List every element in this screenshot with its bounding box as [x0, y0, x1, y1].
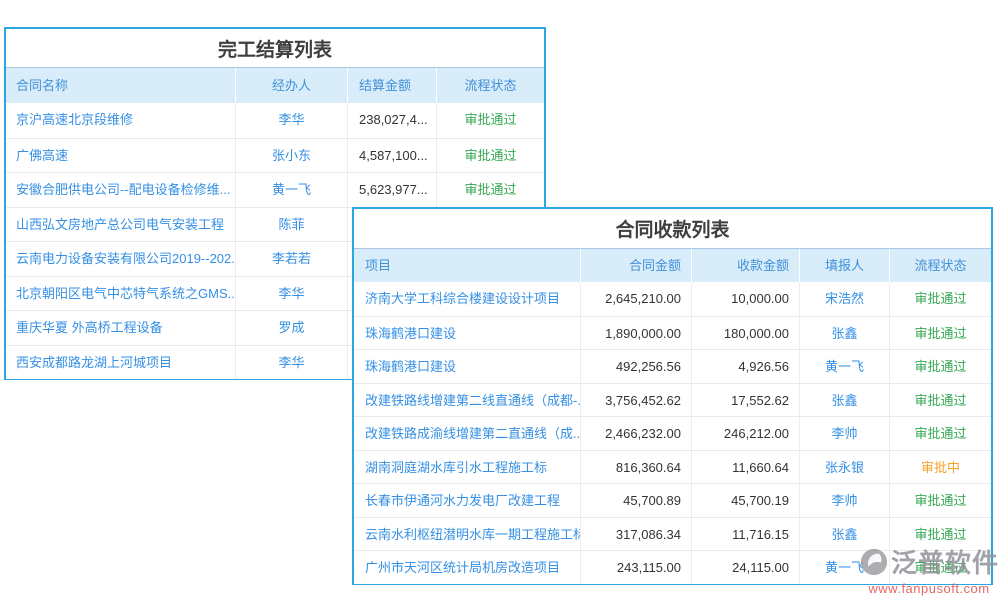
project-cell[interactable]: 珠海鹤港口建设	[354, 317, 581, 350]
settlement-table-header: 合同名称经办人结算金额流程状态	[6, 68, 544, 103]
receipt-amount-cell: 17,552.62	[692, 384, 800, 417]
handler-cell: 李华	[236, 103, 348, 138]
receipt-table-header: 项目合同金额收款金额填报人流程状态	[354, 249, 991, 282]
settlement-amount-cell: 238,027,4...	[348, 103, 437, 138]
contract-amount-cell: 1,890,000.00	[581, 317, 692, 350]
handler-cell: 李若若	[236, 242, 348, 276]
contract-amount-cell: 816,360.64	[581, 451, 692, 484]
receipt-amount-cell: 11,716.15	[692, 518, 800, 551]
reporter-cell: 李帅	[800, 484, 890, 517]
handler-cell: 李华	[236, 346, 348, 380]
table-row[interactable]: 济南大学工科综合楼建设设计项目2,645,210.0010,000.00宋浩然审…	[354, 282, 991, 316]
receipt-amount-cell: 45,700.19	[692, 484, 800, 517]
table-row[interactable]: 长春市伊通河水力发电厂改建工程45,700.8945,700.19李帅审批通过	[354, 483, 991, 517]
process-status-cell: 审批通过	[890, 417, 991, 450]
contract-amount-cell: 492,256.56	[581, 350, 692, 383]
reporter-cell: 张鑫	[800, 518, 890, 551]
handler-cell: 李华	[236, 277, 348, 311]
contract-name-cell[interactable]: 西安成都路龙湖上河城项目	[6, 346, 236, 380]
table-row[interactable]: 广佛高速张小东4,587,100...审批通过	[6, 138, 544, 173]
contract-amount-cell: 3,756,452.62	[581, 384, 692, 417]
column-header-project: 项目	[354, 249, 581, 282]
handler-cell: 陈菲	[236, 208, 348, 242]
table-row[interactable]: 改建铁路成渝线增建第二直通线（成...2,466,232.00246,212.0…	[354, 416, 991, 450]
settlement-list-title: 完工结算列表	[6, 29, 544, 68]
table-row[interactable]: 湖南洞庭湖水库引水工程施工标816,360.6411,660.64张永银审批中	[354, 450, 991, 484]
receipt-list-panel: 合同收款列表 项目合同金额收款金额填报人流程状态 济南大学工科综合楼建设设计项目…	[352, 207, 993, 585]
reporter-cell: 张永银	[800, 451, 890, 484]
project-cell[interactable]: 长春市伊通河水力发电厂改建工程	[354, 484, 581, 517]
handler-cell: 张小东	[236, 139, 348, 173]
process-status-cell: 审批通过	[437, 103, 544, 138]
process-status-cell: 审批通过	[890, 384, 991, 417]
project-cell[interactable]: 广州市天河区统计局机房改造项目	[354, 551, 581, 584]
contract-name-cell[interactable]: 山西弘文房地产总公司电气安装工程	[6, 208, 236, 242]
column-header-settlement-amount: 结算金额	[348, 68, 437, 103]
contract-name-cell[interactable]: 北京朝阳区电气中芯特气系统之GMS...	[6, 277, 236, 311]
project-cell[interactable]: 云南水利枢纽潜明水库一期工程施工标	[354, 518, 581, 551]
process-status-cell: 审批中	[890, 451, 991, 484]
contract-amount-cell: 2,645,210.00	[581, 282, 692, 316]
process-status-cell: 审批通过	[890, 282, 991, 316]
process-status-cell: 审批通过	[437, 173, 544, 207]
receipt-amount-cell: 246,212.00	[692, 417, 800, 450]
table-row[interactable]: 改建铁路线增建第二线直通线（成都-...3,756,452.6217,552.6…	[354, 383, 991, 417]
reporter-cell: 张鑫	[800, 384, 890, 417]
receipt-amount-cell: 10,000.00	[692, 282, 800, 316]
contract-name-cell[interactable]: 云南电力设备安装有限公司2019--202...	[6, 242, 236, 276]
reporter-cell: 张鑫	[800, 317, 890, 350]
table-row[interactable]: 京沪高速北京段维修李华238,027,4...审批通过	[6, 103, 544, 138]
table-row[interactable]: 安徽合肥供电公司--配电设备检修维...黄一飞5,623,977...审批通过	[6, 172, 544, 207]
process-status-cell: 审批通过	[437, 139, 544, 173]
settlement-amount-cell: 5,623,977...	[348, 173, 437, 207]
project-cell[interactable]: 济南大学工科综合楼建设设计项目	[354, 282, 581, 316]
reporter-cell: 黄一飞	[800, 350, 890, 383]
contract-name-cell[interactable]: 广佛高速	[6, 139, 236, 173]
receipt-list-title: 合同收款列表	[354, 209, 991, 249]
reporter-cell: 黄一飞	[800, 551, 890, 584]
settlement-amount-cell: 4,587,100...	[348, 139, 437, 173]
contract-name-cell[interactable]: 京沪高速北京段维修	[6, 103, 236, 138]
project-cell[interactable]: 湖南洞庭湖水库引水工程施工标	[354, 451, 581, 484]
table-row[interactable]: 珠海鹤港口建设492,256.564,926.56黄一飞审批通过	[354, 349, 991, 383]
receipt-amount-cell: 24,115.00	[692, 551, 800, 584]
receipt-amount-cell: 11,660.64	[692, 451, 800, 484]
receipt-amount-cell: 180,000.00	[692, 317, 800, 350]
contract-amount-cell: 317,086.34	[581, 518, 692, 551]
process-status-cell: 审批通过	[890, 484, 991, 517]
project-cell[interactable]: 改建铁路线增建第二线直通线（成都-...	[354, 384, 581, 417]
process-status-cell: 审批通过	[890, 317, 991, 350]
process-status-cell: 审批通过	[890, 551, 991, 584]
column-header-contract-amount: 合同金额	[581, 249, 692, 282]
receipt-table-body: 济南大学工科综合楼建设设计项目2,645,210.0010,000.00宋浩然审…	[354, 282, 991, 584]
project-cell[interactable]: 珠海鹤港口建设	[354, 350, 581, 383]
process-status-cell: 审批通过	[890, 518, 991, 551]
reporter-cell: 李帅	[800, 417, 890, 450]
handler-cell: 罗成	[236, 311, 348, 345]
contract-name-cell[interactable]: 安徽合肥供电公司--配电设备检修维...	[6, 173, 236, 207]
table-row[interactable]: 云南水利枢纽潜明水库一期工程施工标317,086.3411,716.15张鑫审批…	[354, 517, 991, 551]
column-header-reporter: 填报人	[800, 249, 890, 282]
column-header-process-status: 流程状态	[437, 68, 544, 103]
table-row[interactable]: 珠海鹤港口建设1,890,000.00180,000.00张鑫审批通过	[354, 316, 991, 350]
column-header-handler: 经办人	[236, 68, 348, 103]
project-cell[interactable]: 改建铁路成渝线增建第二直通线（成...	[354, 417, 581, 450]
reporter-cell: 宋浩然	[800, 282, 890, 316]
process-status-cell: 审批通过	[890, 350, 991, 383]
contract-amount-cell: 45,700.89	[581, 484, 692, 517]
handler-cell: 黄一飞	[236, 173, 348, 207]
contract-amount-cell: 2,466,232.00	[581, 417, 692, 450]
column-header-contract-name: 合同名称	[6, 68, 236, 103]
column-header-process-status: 流程状态	[890, 249, 991, 282]
contract-name-cell[interactable]: 重庆华夏 外高桥工程设备	[6, 311, 236, 345]
contract-amount-cell: 243,115.00	[581, 551, 692, 584]
table-row[interactable]: 广州市天河区统计局机房改造项目243,115.0024,115.00黄一飞审批通…	[354, 550, 991, 584]
column-header-receipt-amount: 收款金额	[692, 249, 800, 282]
receipt-amount-cell: 4,926.56	[692, 350, 800, 383]
